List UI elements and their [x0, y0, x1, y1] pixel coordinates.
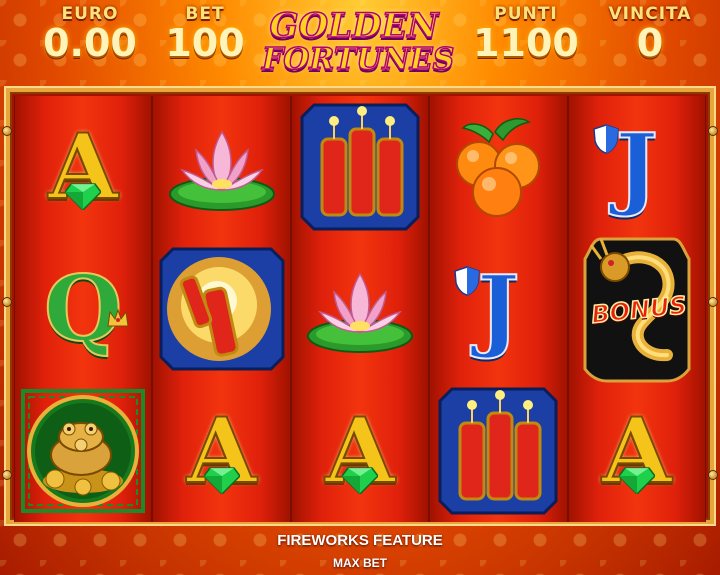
- payline-marker: [2, 470, 12, 480]
- symbol-a: A: [153, 380, 289, 522]
- payline-marker: [708, 297, 718, 307]
- letter-j: J: [615, 114, 660, 220]
- payline-marker: [2, 297, 12, 307]
- crown-icon: [107, 308, 129, 327]
- golden-fortunes-logo: GOLDEN FORTUNES: [261, 6, 455, 80]
- firecracker-bundle-icon: [300, 103, 420, 231]
- reel-3: A: [290, 96, 430, 522]
- emerald-gem-icon: [203, 467, 240, 494]
- symbol-fireworks: [292, 96, 428, 238]
- logo-line-golden: GOLDEN: [269, 6, 440, 46]
- vincita-value: 0: [636, 21, 664, 65]
- symbol-fireworks: [430, 380, 566, 522]
- emerald-gem-icon: [65, 183, 102, 210]
- lotus-flower-icon: [168, 130, 275, 211]
- symbol-dragon-bonus: BONUS: [569, 237, 705, 383]
- bet-value: 100: [165, 21, 245, 65]
- symbol-lotus: [153, 96, 289, 238]
- footer-bar: FIREWORKS FEATURE MAX BET: [0, 524, 720, 575]
- symbol-a: A: [15, 96, 151, 238]
- euro-display: EURO 0.00: [40, 4, 140, 62]
- payline-marker: [708, 470, 718, 480]
- symbol-a: A: [292, 380, 428, 522]
- symbol-a: A: [569, 380, 705, 522]
- shield-icon: [593, 124, 619, 154]
- reels-grid[interactable]: A Q A A J J BONUS A: [14, 96, 707, 522]
- punti-value: 1100: [473, 21, 579, 65]
- max-bet-button[interactable]: MAX BET: [0, 556, 720, 570]
- symbol-j: J: [569, 96, 705, 238]
- lotus-flower-icon: [307, 272, 414, 353]
- euro-value: 0.00: [43, 21, 137, 65]
- fireworks-feature-label: FIREWORKS FEATURE: [277, 532, 443, 549]
- symbol-fireworks-exploding: [153, 238, 289, 380]
- symbol-lotus: [292, 238, 428, 380]
- reel-2: A: [152, 96, 291, 522]
- money-toad-icon: [21, 389, 146, 513]
- mandarin-oranges-icon: [456, 118, 541, 217]
- firecracker-bundle-icon: [438, 387, 558, 515]
- payline-marker: [2, 126, 12, 136]
- punti-display: PUNTI 1100: [466, 4, 586, 62]
- emerald-gem-icon: [342, 467, 379, 494]
- reel-4: J: [429, 96, 568, 522]
- symbol-oranges: [430, 96, 566, 238]
- exploding-firecracker-icon: [159, 247, 285, 371]
- reel-5: J BONUS A: [567, 96, 707, 522]
- vincita-display: VINCITA 0: [600, 4, 700, 62]
- payline-marker: [708, 126, 718, 136]
- header-bar: EURO 0.00 BET 100 GOLDEN FORTUNES PUNTI …: [0, 0, 720, 88]
- symbol-money-toad: [15, 380, 151, 522]
- emerald-gem-icon: [618, 467, 655, 494]
- logo-line-fortunes: FORTUNES: [261, 42, 455, 77]
- reel-1: A Q: [14, 96, 153, 522]
- bet-display[interactable]: BET 100: [160, 4, 250, 62]
- symbol-j: J: [430, 238, 566, 380]
- shield-icon: [454, 266, 481, 296]
- symbol-q: Q: [15, 238, 151, 380]
- letter-j: J: [476, 256, 521, 362]
